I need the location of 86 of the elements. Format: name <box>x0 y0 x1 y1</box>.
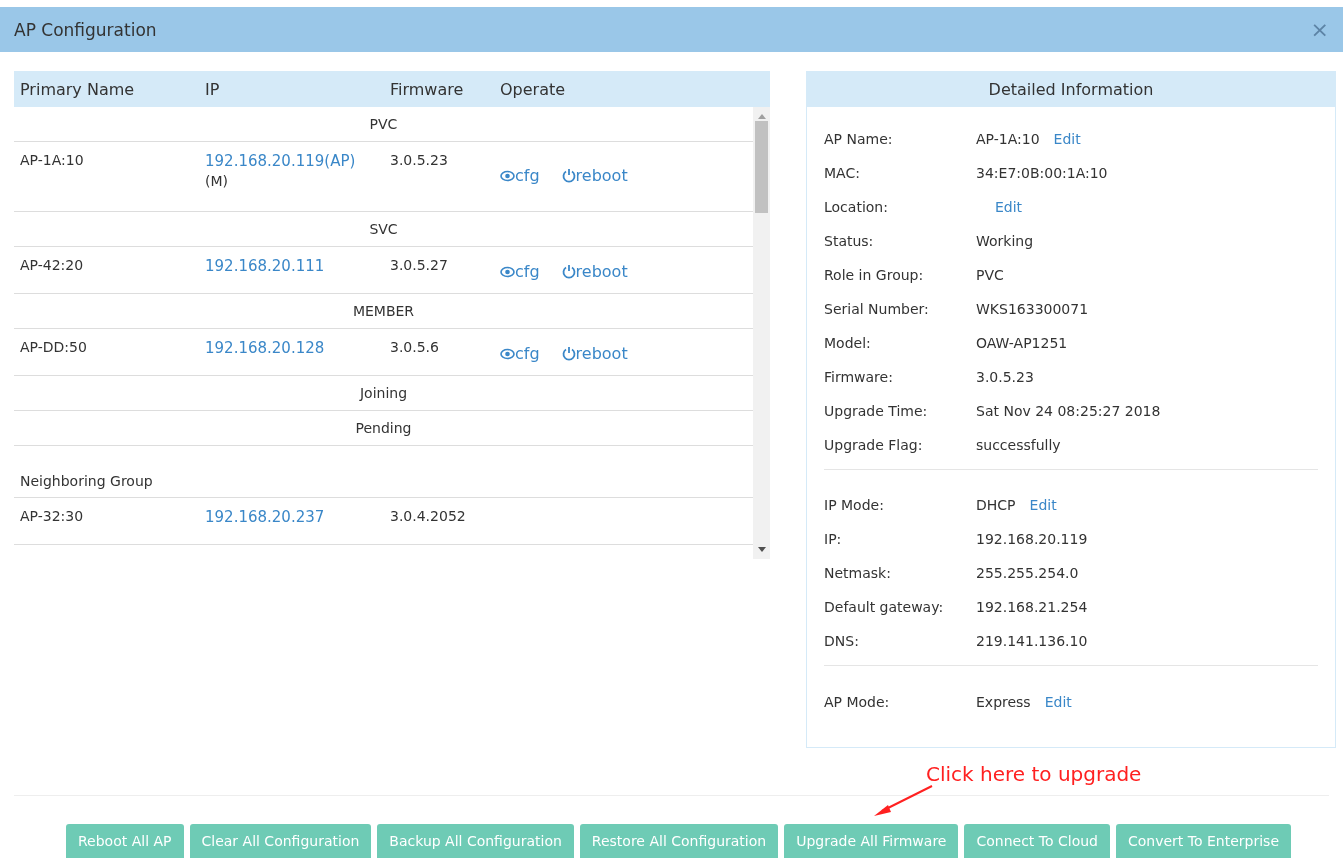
firmware-version: 3.0.5.6 <box>390 339 440 355</box>
annotation-arrow <box>872 784 934 818</box>
ip-link[interactable]: 192.168.20.119(AP) <box>205 152 390 170</box>
field-value: PVC <box>976 266 1004 283</box>
action-button[interactable]: Restore All Configuration <box>579 824 779 858</box>
field-value: AP-1A:10 <box>976 130 1040 147</box>
scrollbar-thumb[interactable] <box>755 121 768 213</box>
edit-link[interactable]: Edit <box>1044 693 1072 710</box>
column-header: IP <box>205 79 221 99</box>
field-label: MAC: <box>824 164 861 181</box>
scroll-up-icon[interactable] <box>757 113 766 119</box>
group-label: MEMBER <box>352 303 415 319</box>
eye-icon <box>500 265 515 278</box>
cfg-link[interactable]: cfg <box>500 166 540 185</box>
action-button[interactable]: Backup All Configuration <box>377 824 574 858</box>
field-value: 219.141.136.10 <box>976 633 1088 650</box>
firmware-version: 3.0.5.27 <box>390 257 449 273</box>
column-header: Firmware <box>390 79 465 99</box>
field-value: 34:E7:0B:00:1A:10 <box>976 164 1108 181</box>
reboot-link[interactable]: reboot <box>561 262 628 281</box>
group-label: Joining <box>359 385 408 401</box>
field-value: 192.168.20.119 <box>976 531 1088 548</box>
field-label: Default gateway: <box>824 599 945 616</box>
edit-link[interactable]: Edit <box>1053 130 1081 147</box>
power-icon <box>561 264 576 279</box>
ap-name: AP-42:20 <box>20 257 85 273</box>
close-button[interactable]: × <box>1310 17 1329 42</box>
ip-link[interactable]: 192.168.20.237 <box>205 508 390 526</box>
field-label: Upgrade Time: <box>824 402 929 419</box>
edit-link[interactable]: Edit <box>995 198 1023 215</box>
section-label: Neighboring Group <box>20 473 153 489</box>
firmware-version: 3.0.5.23 <box>390 152 449 168</box>
ip-note: (M) <box>205 173 229 189</box>
ap-name: AP-32:30 <box>20 508 85 524</box>
ip-link[interactable]: 192.168.20.128 <box>205 339 390 357</box>
column-header: Operate <box>500 79 567 99</box>
scroll-down-icon[interactable] <box>757 547 766 553</box>
field-label: DNS: <box>824 633 860 650</box>
action-button[interactable]: Convert To Enterprise <box>1116 824 1291 858</box>
power-icon <box>561 168 576 183</box>
firmware-version: 3.0.4.2052 <box>390 508 467 524</box>
group-label: Pending <box>355 420 412 436</box>
field-label: Upgrade Flag: <box>824 436 924 453</box>
field-value: 3.0.5.23 <box>976 368 1034 385</box>
action-button[interactable]: Upgrade All Firmware <box>784 824 959 858</box>
field-value: Express <box>976 693 1031 710</box>
eye-icon <box>500 169 515 182</box>
group-label: PVC <box>369 116 398 132</box>
action-button[interactable]: Reboot All AP <box>66 824 184 858</box>
window-title: AP Configuration <box>14 19 157 40</box>
eye-icon <box>500 347 515 360</box>
power-icon <box>561 346 576 361</box>
field-value: 255.255.254.0 <box>976 565 1079 582</box>
panel-title: Detailed Information <box>988 80 1154 99</box>
field-value: Sat Nov 24 08:25:27 2018 <box>976 402 1161 419</box>
field-label: AP Name: <box>824 130 894 147</box>
field-value: 192.168.21.254 <box>976 599 1088 616</box>
field-label: Netmask: <box>824 565 892 582</box>
column-header: Primary Name <box>20 79 136 99</box>
field-label: Model: <box>824 334 872 351</box>
group-label: SVC <box>369 221 398 237</box>
annotation-text: Click here to upgrade <box>926 762 1142 786</box>
scrollbar[interactable] <box>753 107 770 559</box>
field-label: Location: <box>824 198 889 215</box>
ip-link[interactable]: 192.168.20.111 <box>205 257 390 275</box>
field-value: DHCP <box>976 497 1016 514</box>
action-button[interactable]: Connect To Cloud <box>964 824 1110 858</box>
field-value: WKS163300071 <box>976 300 1089 317</box>
ap-name: AP-1A:10 <box>20 152 85 168</box>
field-label: Firmware: <box>824 368 894 385</box>
field-value: OAW-AP1251 <box>976 334 1068 351</box>
ap-name: AP-DD:50 <box>20 339 88 355</box>
field-label: IP: <box>824 531 843 548</box>
reboot-link[interactable]: reboot <box>561 344 628 363</box>
field-label: Serial Number: <box>824 300 930 317</box>
field-label: AP Mode: <box>824 693 891 710</box>
field-label: Status: <box>824 232 875 249</box>
edit-link[interactable]: Edit <box>1029 497 1057 514</box>
field-label: Role in Group: <box>824 266 925 283</box>
field-value: Working <box>976 232 1034 249</box>
cfg-link[interactable]: cfg <box>500 262 540 281</box>
field-value: successfully <box>976 436 1061 453</box>
cfg-link[interactable]: cfg <box>500 344 540 363</box>
action-button[interactable]: Clear All Configuration <box>189 824 372 858</box>
reboot-link[interactable]: reboot <box>561 166 628 185</box>
field-label: IP Mode: <box>824 497 885 514</box>
